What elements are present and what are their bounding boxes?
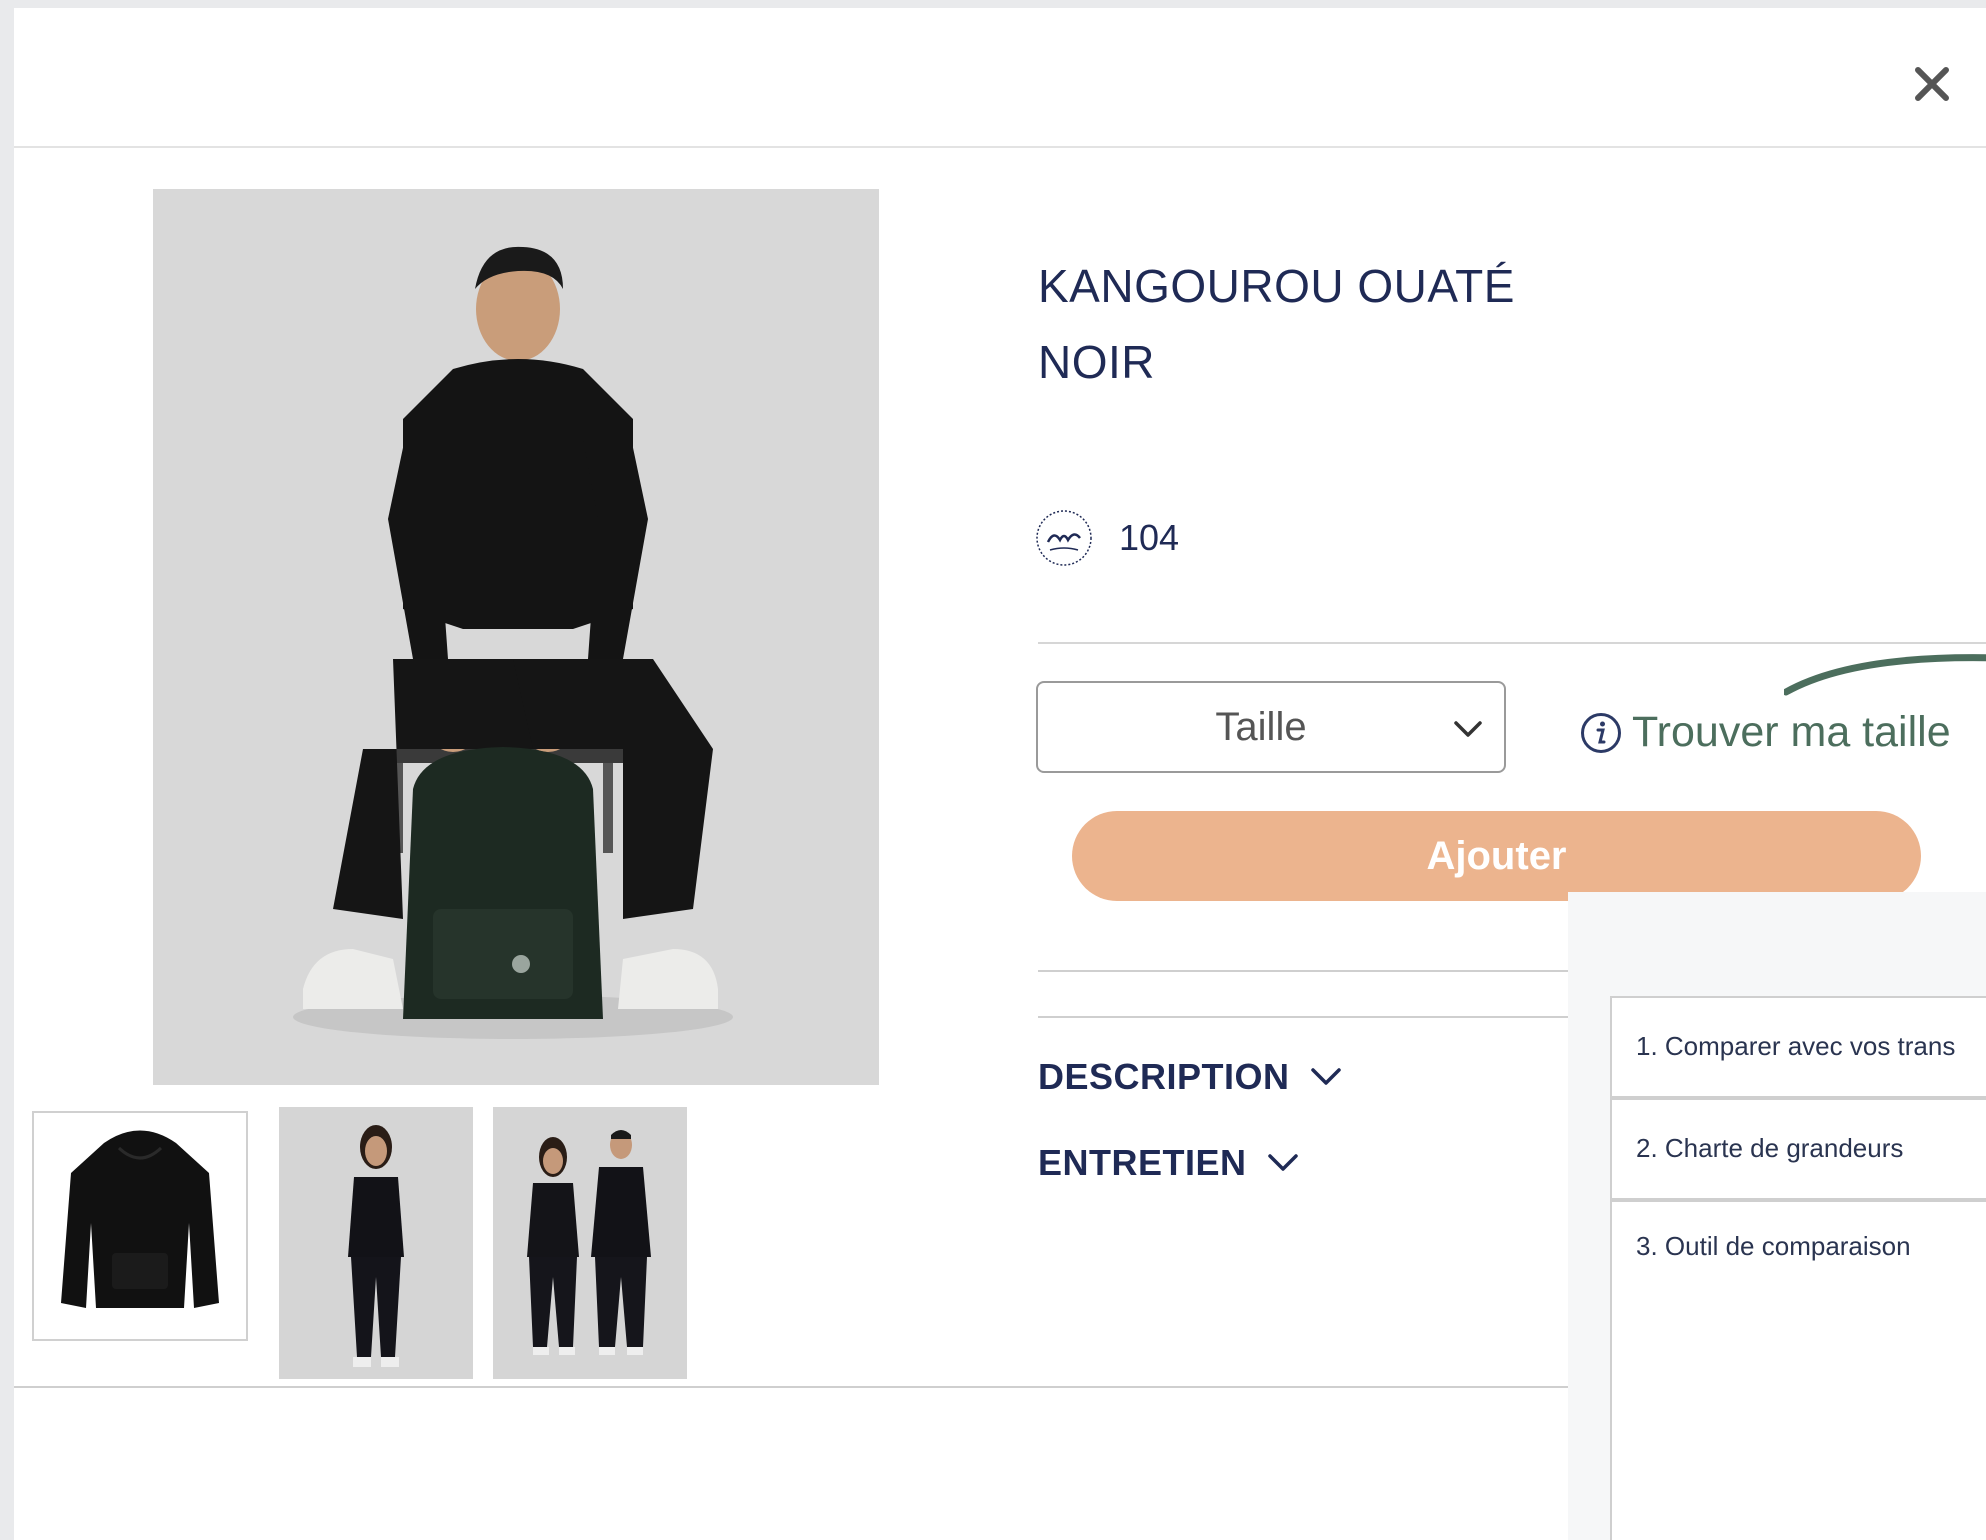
size-guide-item-compare[interactable]: 1. Comparer avec vos trans <box>1610 996 1986 1098</box>
add-to-cart-button[interactable]: Ajouter <box>1072 811 1921 901</box>
size-guide-item-tool[interactable]: 3. Outil de comparaison <box>1610 1200 1986 1540</box>
product-modal: KANGOUROU OUATÉ NOIR 104 Taille Trouver … <box>14 8 1986 1540</box>
size-select[interactable]: Taille <box>1036 681 1506 773</box>
chevron-down-icon <box>1454 721 1482 737</box>
divider <box>1038 642 1986 644</box>
accordion-care[interactable]: ENTRETIEN <box>1038 1142 1299 1184</box>
chevron-down-icon <box>1267 1154 1298 1171</box>
modal-header <box>14 8 1986 148</box>
close-button[interactable] <box>1900 52 1964 116</box>
points-u-badge-icon <box>1034 508 1094 568</box>
divider <box>1038 1016 1568 1018</box>
accordion-care-label: ENTRETIEN <box>1038 1142 1247 1183</box>
close-icon <box>1915 67 1949 101</box>
size-select-label: Taille <box>1215 704 1307 749</box>
product-title: KANGOUROU OUATÉ NOIR <box>1038 248 1598 400</box>
size-guide-item-chart[interactable]: 2. Charte de grandeurs <box>1610 1098 1986 1200</box>
points-value: 104 <box>1119 517 1180 558</box>
find-my-size-label: Trouver ma taille <box>1632 708 1951 756</box>
product-main-image <box>153 189 879 1085</box>
divider <box>1038 970 1568 972</box>
thumbnail-woman[interactable] <box>279 1107 473 1379</box>
product-title-line1: KANGOUROU OUATÉ <box>1038 260 1515 312</box>
product-title-line2: NOIR <box>1038 336 1155 388</box>
accordion-description-label: DESCRIPTION <box>1038 1056 1290 1097</box>
thumbnail-hoodie[interactable] <box>32 1111 248 1341</box>
accordion-description[interactable]: DESCRIPTION <box>1038 1056 1342 1098</box>
divider <box>14 1386 1568 1388</box>
decorative-swoosh <box>1782 648 1986 708</box>
find-my-size-link[interactable]: Trouver ma taille <box>1580 708 1951 757</box>
thumbnail-couple[interactable] <box>493 1107 687 1379</box>
chevron-down-icon <box>1310 1068 1341 1085</box>
info-icon <box>1581 712 1621 753</box>
